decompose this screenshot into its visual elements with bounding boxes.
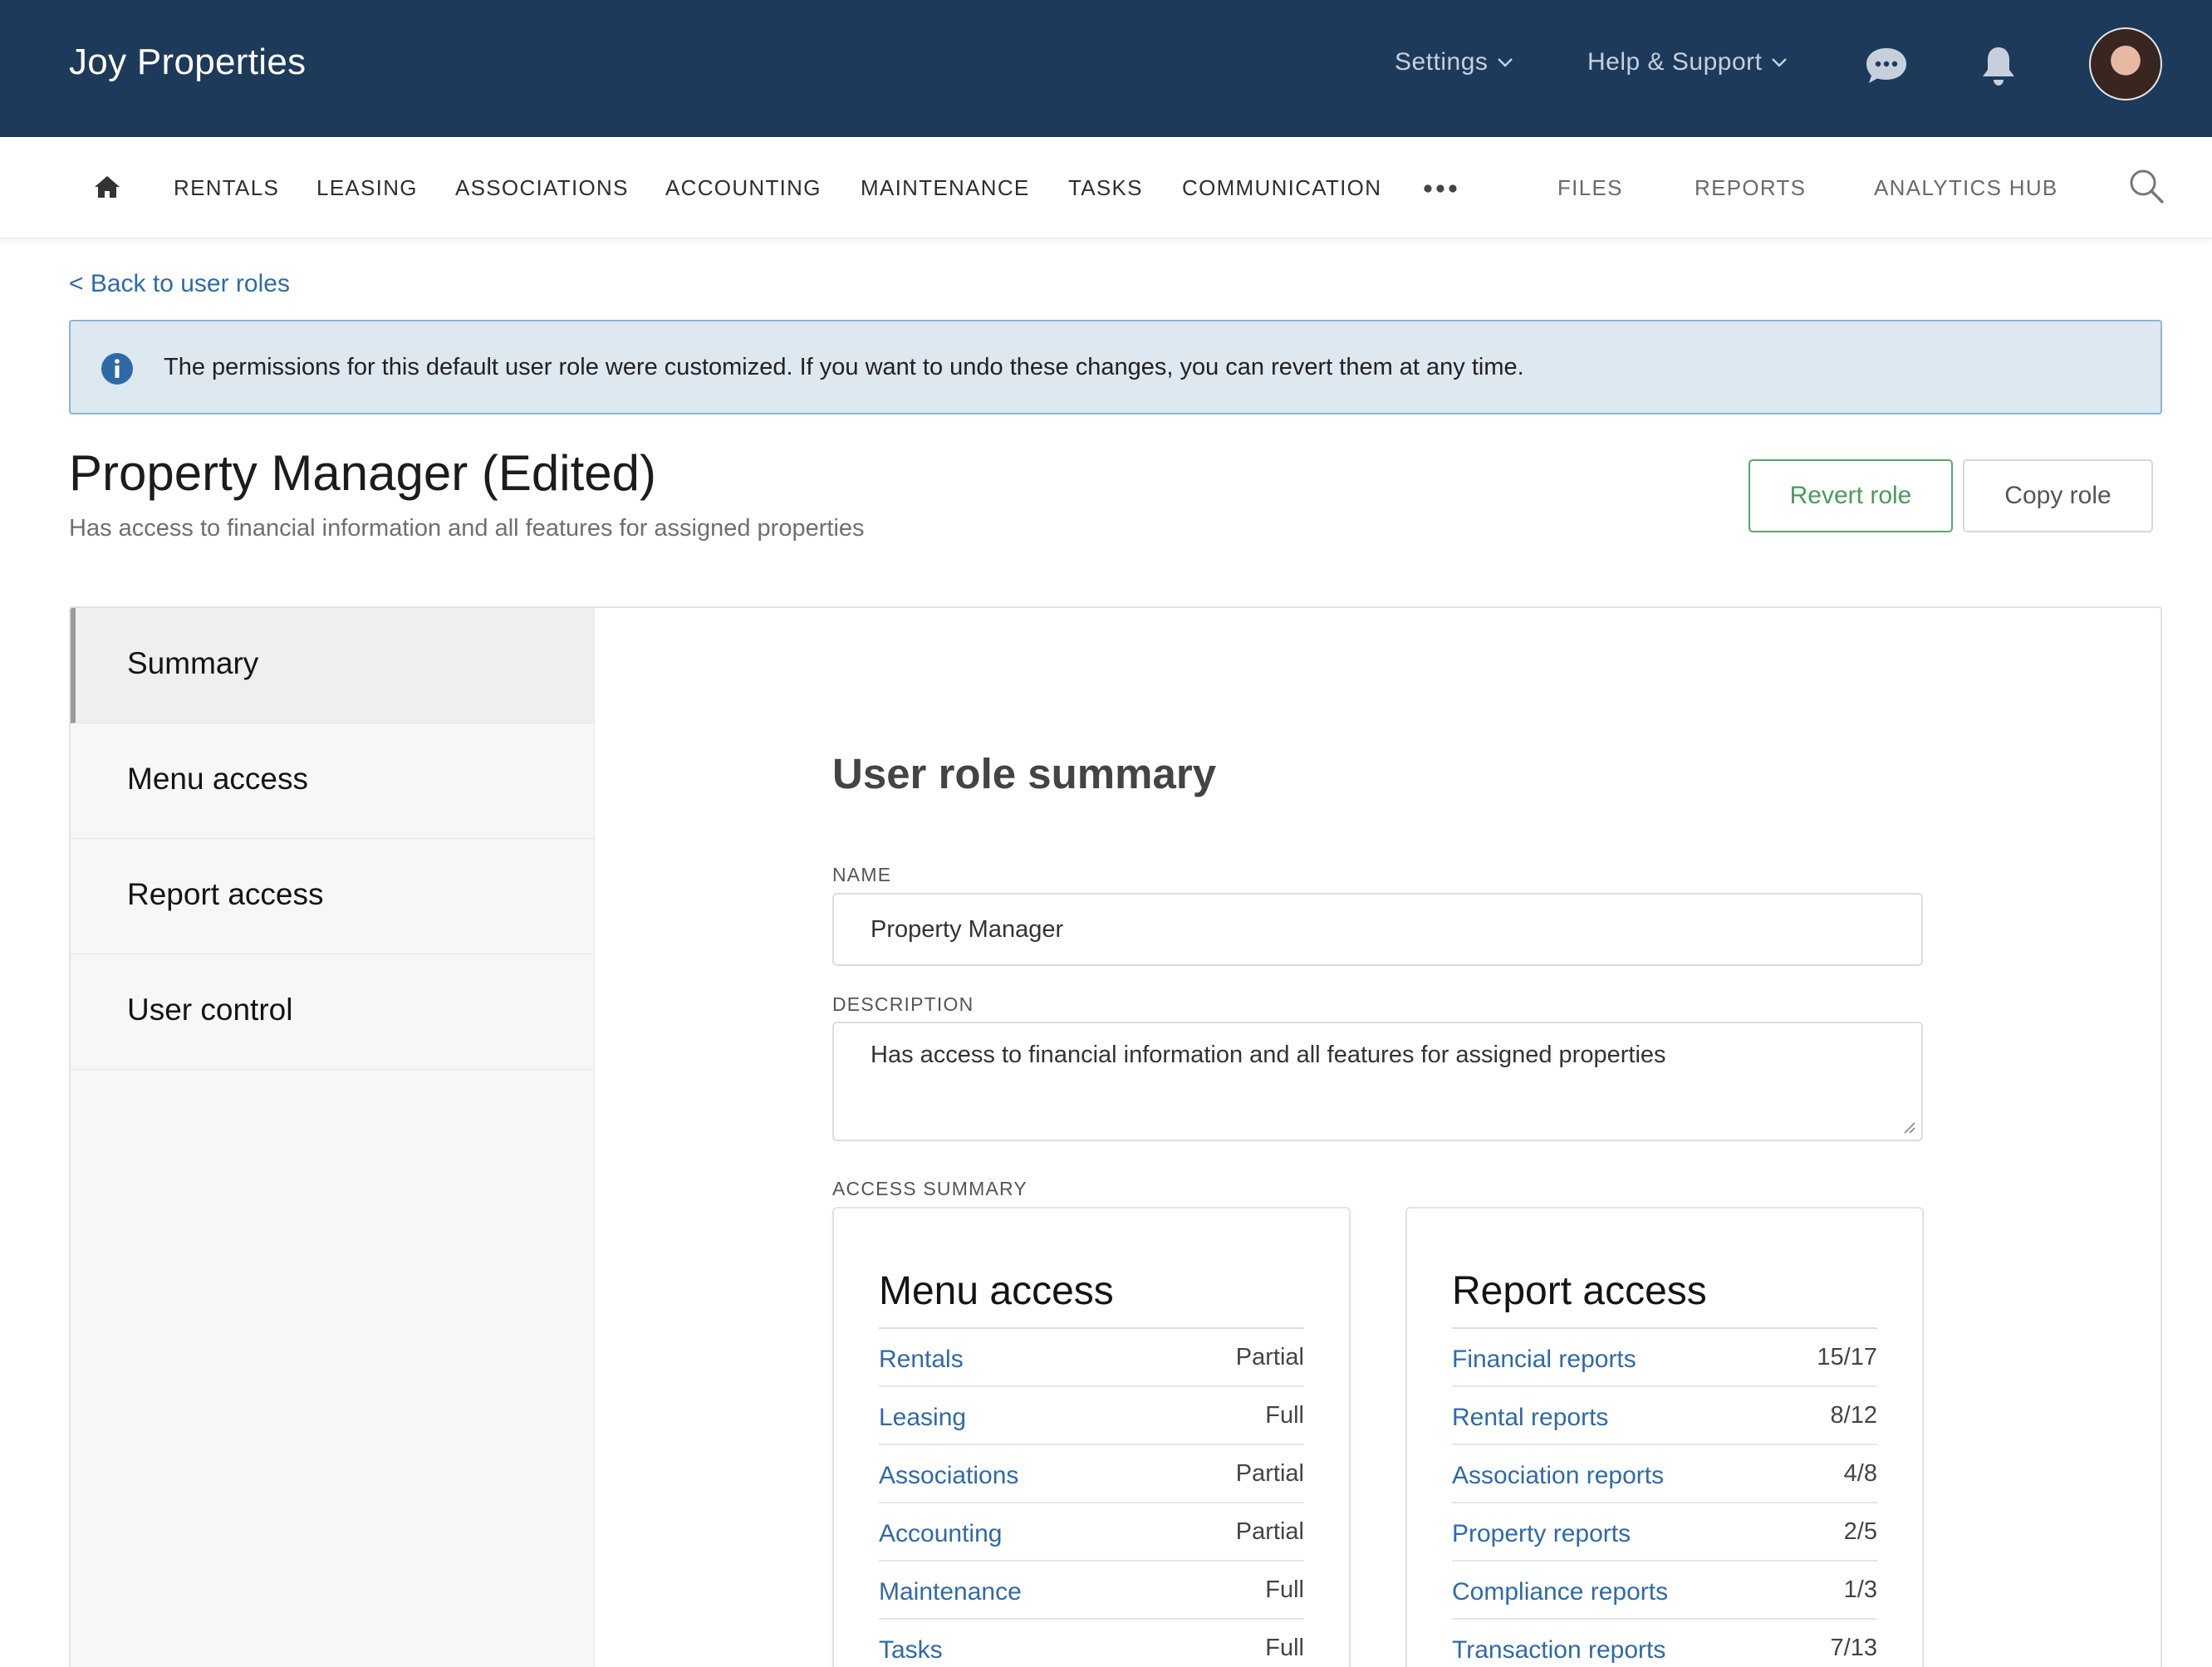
- summary-heading: User role summary: [832, 750, 1217, 797]
- sidebar-item-report-access[interactable]: Report access: [71, 839, 595, 954]
- help-support-menu[interactable]: Help & Support: [1587, 48, 1788, 76]
- report-access-link[interactable]: Association reports: [1452, 1462, 1664, 1490]
- nav-associations[interactable]: ASSOCIATIONS: [455, 175, 629, 201]
- list-item: Compliance reports 1/3: [1452, 1562, 1877, 1620]
- help-support-label: Help & Support: [1587, 48, 1763, 76]
- settings-label: Settings: [1395, 48, 1489, 76]
- main-nav: RENTALS LEASING ASSOCIATIONS ACCOUNTING …: [0, 137, 2212, 238]
- role-panel: Summary Menu access Report access User c…: [69, 606, 2162, 1667]
- menu-access-link[interactable]: Maintenance: [879, 1578, 1022, 1606]
- chat-bubble-icon[interactable]: [1865, 47, 1908, 85]
- bell-icon[interactable]: [1980, 45, 2017, 88]
- menu-access-value: Full: [1265, 1576, 1304, 1603]
- copy-role-button[interactable]: Copy role: [1963, 459, 2153, 532]
- report-access-value: 8/12: [1830, 1402, 1877, 1429]
- nav-accounting[interactable]: ACCOUNTING: [665, 175, 822, 201]
- description-field[interactable]: Has access to financial information and …: [832, 1022, 1923, 1141]
- list-item: Leasing Full: [879, 1387, 1304, 1445]
- revert-role-button[interactable]: Revert role: [1749, 459, 1953, 532]
- menu-access-link[interactable]: Accounting: [879, 1520, 1002, 1548]
- menu-access-value: Partial: [1235, 1460, 1304, 1487]
- nav-rentals[interactable]: RENTALS: [174, 175, 279, 201]
- sidebar-item-label: Menu access: [127, 762, 308, 796]
- nav-reports[interactable]: REPORTS: [1695, 175, 1806, 201]
- top-bar: Joy Properties Settings Help & Support: [0, 0, 2212, 137]
- nav-leasing[interactable]: LEASING: [316, 175, 418, 201]
- report-access-link[interactable]: Financial reports: [1452, 1346, 1636, 1374]
- sidebar-item-label: Report access: [127, 877, 324, 911]
- list-item: Property reports 2/5: [1452, 1503, 1877, 1562]
- list-item: Tasks Full: [879, 1620, 1304, 1667]
- customized-role-banner: The permissions for this default user ro…: [69, 320, 2162, 414]
- access-summary-label: ACCESS SUMMARY: [832, 1178, 1028, 1199]
- menu-access-link[interactable]: Associations: [879, 1462, 1018, 1490]
- list-item: Transaction reports 7/13: [1452, 1620, 1877, 1667]
- report-access-value: 15/17: [1817, 1344, 1877, 1370]
- nav-maintenance[interactable]: MAINTENANCE: [861, 175, 1030, 201]
- brand-name[interactable]: Joy Properties: [69, 42, 306, 83]
- report-access-link[interactable]: Compliance reports: [1452, 1578, 1668, 1606]
- page-title: Property Manager (Edited): [69, 445, 656, 501]
- report-access-link[interactable]: Property reports: [1452, 1520, 1631, 1548]
- name-label: NAME: [832, 864, 892, 885]
- banner-message: The permissions for this default user ro…: [164, 354, 1524, 380]
- menu-access-card: Menu access Rentals Partial Leasing Full…: [832, 1207, 1351, 1667]
- report-access-link[interactable]: Rental reports: [1452, 1404, 1608, 1432]
- menu-access-value: Partial: [1235, 1344, 1304, 1370]
- report-access-card: Report access Financial reports 15/17 Re…: [1405, 1207, 1924, 1667]
- menu-access-link[interactable]: Tasks: [879, 1636, 943, 1665]
- settings-menu[interactable]: Settings: [1395, 48, 1514, 76]
- sidebar-item-label: Summary: [127, 646, 259, 680]
- menu-access-card-title: Menu access: [879, 1269, 1114, 1313]
- chevron-down-icon: [1498, 58, 1513, 67]
- role-sidebar: Summary Menu access Report access User c…: [71, 608, 595, 1667]
- name-field[interactable]: Property Manager: [832, 893, 1923, 966]
- report-access-card-title: Report access: [1452, 1269, 1707, 1313]
- list-item: Associations Partial: [879, 1445, 1304, 1503]
- home-icon[interactable]: [94, 175, 120, 199]
- sidebar-item-label: User control: [127, 993, 293, 1027]
- search-icon[interactable]: [2128, 168, 2165, 204]
- report-access-value: 7/13: [1830, 1635, 1877, 1661]
- list-item: Maintenance Full: [879, 1562, 1304, 1620]
- more-dots-icon[interactable]: [1423, 184, 1458, 194]
- list-item: Rentals Partial: [879, 1329, 1304, 1387]
- sidebar-item-user-control[interactable]: User control: [71, 954, 595, 1070]
- nav-analytics-hub[interactable]: ANALYTICS HUB: [1874, 175, 2058, 201]
- nav-tasks[interactable]: TASKS: [1068, 175, 1143, 201]
- list-item: Financial reports 15/17: [1452, 1329, 1877, 1387]
- menu-access-value: Full: [1265, 1402, 1304, 1429]
- menu-access-value: Full: [1265, 1635, 1304, 1661]
- report-access-link[interactable]: Transaction reports: [1452, 1636, 1665, 1665]
- menu-access-link[interactable]: Rentals: [879, 1346, 964, 1374]
- list-item: Accounting Partial: [879, 1503, 1304, 1562]
- nav-communication[interactable]: COMMUNICATION: [1182, 175, 1381, 201]
- user-avatar[interactable]: [2089, 27, 2162, 101]
- description-label: DESCRIPTION: [832, 993, 974, 1015]
- chevron-down-icon: [1772, 58, 1788, 67]
- menu-access-link[interactable]: Leasing: [879, 1404, 966, 1432]
- sidebar-item-summary[interactable]: Summary: [71, 608, 595, 723]
- nav-files[interactable]: FILES: [1557, 175, 1623, 201]
- list-item: Association reports 4/8: [1452, 1445, 1877, 1503]
- report-access-value: 1/3: [1843, 1576, 1877, 1603]
- page-subtitle: Has access to financial information and …: [69, 515, 865, 542]
- report-access-value: 4/8: [1843, 1460, 1877, 1487]
- menu-access-value: Partial: [1235, 1518, 1304, 1545]
- report-access-value: 2/5: [1843, 1518, 1877, 1545]
- resize-grip-icon[interactable]: [1901, 1120, 1916, 1135]
- back-to-user-roles-link[interactable]: < Back to user roles: [69, 270, 290, 298]
- description-text: Has access to financial information and …: [871, 1042, 1666, 1068]
- sidebar-item-menu-access[interactable]: Menu access: [71, 723, 595, 839]
- list-item: Rental reports 8/12: [1452, 1387, 1877, 1445]
- info-icon: [101, 353, 133, 385]
